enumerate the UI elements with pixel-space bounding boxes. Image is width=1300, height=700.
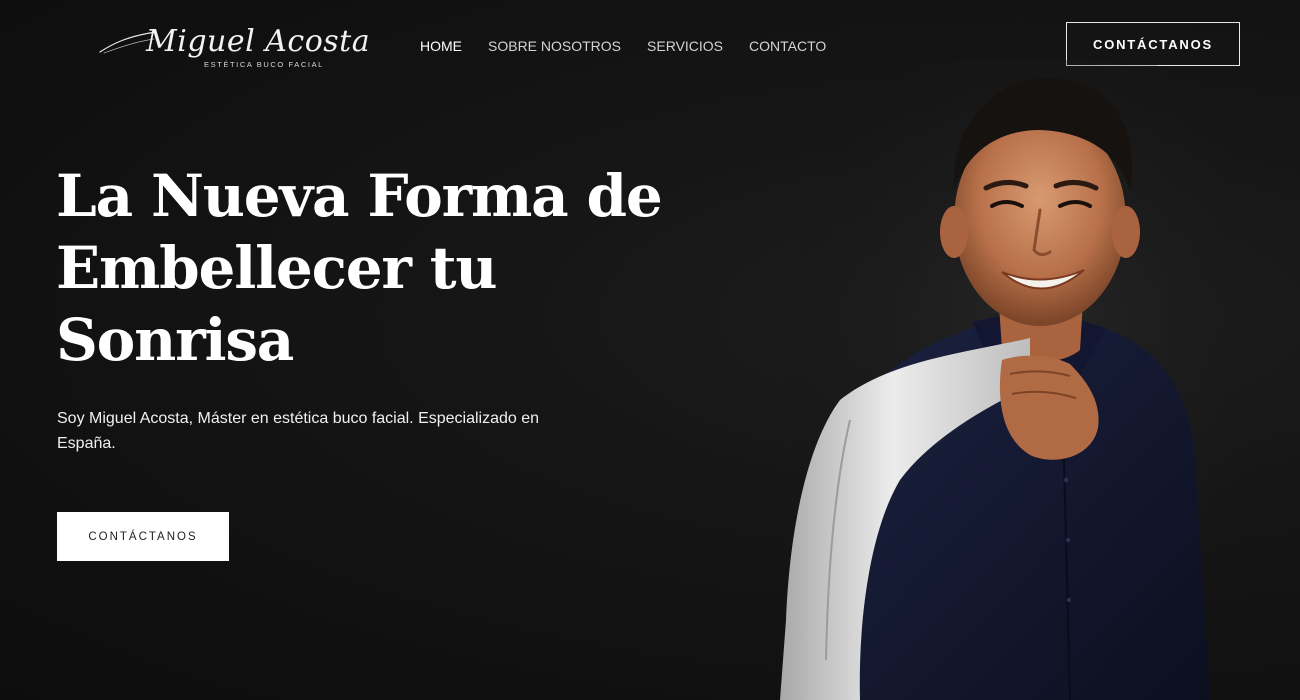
logo-tagline: ESTÉTICA BUCO FACIAL [204, 60, 324, 69]
hero-contact-button[interactable]: CONTÁCTANOS [57, 512, 229, 561]
nav-item-servicios[interactable]: SERVICIOS [647, 36, 723, 56]
nav-item-contacto[interactable]: CONTACTO [749, 36, 826, 56]
logo[interactable]: Miguel Acosta ESTÉTICA BUCO FACIAL [98, 22, 370, 74]
logo-name: Miguel Acosta [146, 24, 371, 59]
hero-title: La Nueva Forma de Embellecer tu Sonrisa [56, 162, 663, 374]
hero-subtitle: Soy Miguel Acosta, Máster en estética bu… [57, 410, 540, 452]
nav-item-home[interactable]: HOME [420, 36, 462, 56]
nav-item-sobre-nosotros[interactable]: SOBRE NOSOTROS [488, 36, 621, 56]
portrait-image [780, 60, 1260, 700]
page: Miguel Acosta ESTÉTICA BUCO FACIAL HOME … [0, 0, 1300, 700]
main-nav: HOME SOBRE NOSOTROS SERVICIOS CONTACTO [420, 36, 826, 56]
